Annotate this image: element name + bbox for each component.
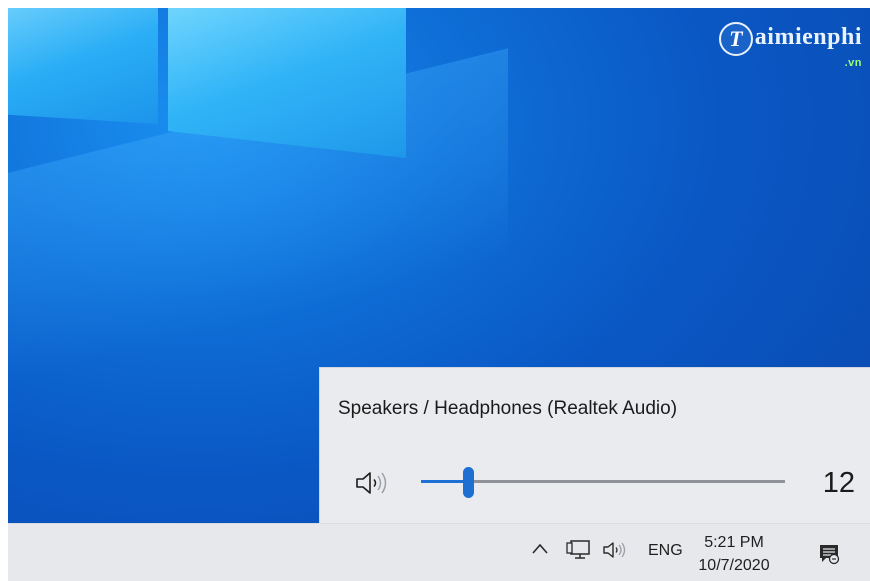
audio-device-name[interactable]: Speakers / Headphones (Realtek Audio): [338, 398, 677, 420]
clock[interactable]: 5:21 PM 10/7/2020: [698, 532, 770, 578]
windows-logo-pane-left: [8, 8, 158, 124]
screen: T aimienphi .vn Speakers / Headphones (R…: [8, 8, 870, 581]
clock-date: 10/7/2020: [698, 557, 770, 574]
network-icon[interactable]: [566, 539, 592, 561]
volume-slider[interactable]: [421, 465, 785, 499]
volume-value: 12: [822, 467, 855, 499]
watermark-name: aimienphi: [754, 24, 862, 50]
taskbar: ENG 5:21 PM 10/7/2020: [8, 523, 870, 581]
language-indicator[interactable]: ENG: [648, 542, 683, 560]
volume-slider-thumb[interactable]: [463, 467, 475, 498]
volume-flyout: Speakers / Headphones (Realtek Audio) 12: [319, 367, 870, 524]
watermark-logo: T aimienphi .vn: [718, 22, 862, 69]
volume-slider-track[interactable]: [421, 480, 785, 483]
volume-slider-fill: [421, 480, 469, 483]
speaker-icon[interactable]: [602, 540, 630, 560]
notification-icon[interactable]: [818, 543, 840, 565]
watermark-suffix: .vn: [844, 57, 862, 69]
speaker-icon[interactable]: [354, 469, 394, 497]
chevron-up-icon[interactable]: [531, 541, 549, 557]
watermark-text: aimienphi .vn: [754, 22, 862, 69]
clock-time: 5:21 PM: [704, 534, 764, 551]
watermark-badge: T: [718, 22, 753, 56]
